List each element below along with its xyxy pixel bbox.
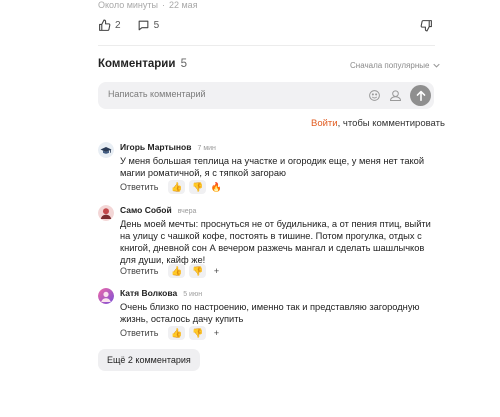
comment-actions: Ответить 👍 👎 + bbox=[120, 326, 222, 340]
smiley-icon[interactable] bbox=[368, 89, 381, 102]
speech-bubble-icon bbox=[137, 19, 150, 32]
comment-item: Игорь Мартынов 7 мин У меня большая тепл… bbox=[98, 142, 438, 194]
thumbs-up-reaction[interactable]: 👍 bbox=[168, 264, 186, 278]
thumbs-down-icon bbox=[420, 19, 433, 32]
post-reactions-bar: 2 5 bbox=[98, 19, 175, 32]
comment-time: вчера bbox=[177, 208, 197, 215]
sort-label: Сначала популярные bbox=[350, 61, 430, 70]
comment-time: 5 июн bbox=[183, 291, 203, 298]
post-like-count: 2 bbox=[115, 20, 121, 31]
comment-text: У меня большая теплица на участке и огор… bbox=[120, 156, 425, 178]
comments-title: Комментарии 5 bbox=[98, 58, 188, 70]
comment-text: День моей мечты: проснуться не от будиль… bbox=[120, 219, 431, 265]
login-prompt: Войти, чтобы комментировать bbox=[311, 118, 445, 129]
comment-item: Само Собой вчера День моей мечты: просну… bbox=[98, 205, 438, 278]
reply-button[interactable]: Ответить bbox=[120, 182, 158, 192]
add-reaction-button[interactable]: + bbox=[210, 264, 222, 278]
sticker-icon[interactable] bbox=[388, 88, 403, 103]
chevron-down-icon bbox=[433, 63, 441, 68]
divider bbox=[98, 45, 435, 46]
post-comments-button[interactable]: 5 bbox=[137, 19, 160, 32]
sort-dropdown[interactable]: Сначала популярные bbox=[350, 61, 441, 70]
avatar[interactable] bbox=[98, 205, 114, 221]
avatar[interactable] bbox=[98, 142, 114, 158]
login-link[interactable]: Войти bbox=[311, 118, 338, 129]
thumbs-down-reaction[interactable]: 👎 bbox=[189, 326, 207, 340]
post-dislike-button[interactable] bbox=[420, 19, 433, 32]
thumbs-down-reaction[interactable]: 👎 bbox=[189, 180, 207, 194]
comment-time: 7 мин bbox=[197, 145, 216, 152]
comment-actions: Ответить 👍 👎 🔥 bbox=[120, 180, 222, 194]
comment-author[interactable]: Катя Волкова bbox=[120, 288, 177, 298]
comment-item: Катя Волкова 5 июн Очень близко по настр… bbox=[98, 288, 438, 340]
reply-button[interactable]: Ответить bbox=[120, 266, 158, 276]
post-like-button[interactable]: 2 bbox=[98, 19, 121, 32]
reply-button[interactable]: Ответить bbox=[120, 328, 158, 338]
fire-reaction[interactable]: 🔥 bbox=[210, 180, 222, 194]
thumbs-up-reaction[interactable]: 👍 bbox=[168, 326, 186, 340]
more-comments-button[interactable]: Ещё 2 комментария bbox=[98, 349, 200, 371]
comment-author[interactable]: Игорь Мартынов bbox=[120, 142, 191, 152]
arrow-up-icon bbox=[416, 90, 426, 101]
avatar[interactable] bbox=[98, 288, 114, 304]
comment-actions: Ответить 👍 👎 + bbox=[120, 264, 222, 278]
add-reaction-button[interactable]: + bbox=[210, 326, 222, 340]
comment-input[interactable] bbox=[106, 88, 340, 100]
send-button[interactable] bbox=[410, 85, 431, 106]
post-comments-count: 5 bbox=[153, 20, 160, 31]
comment-author[interactable]: Само Собой bbox=[120, 205, 172, 215]
thumbs-down-reaction[interactable]: 👎 bbox=[189, 264, 207, 278]
post-read-time: Около минуты bbox=[98, 0, 158, 10]
comment-composer bbox=[98, 82, 434, 109]
comments-count: 5 bbox=[180, 58, 188, 70]
post-meta: Около минуты · 22 мая bbox=[98, 0, 198, 10]
comment-text: Очень близко по настроению, именно так и… bbox=[120, 302, 420, 324]
post-date: 22 мая bbox=[168, 0, 198, 10]
thumbs-up-icon bbox=[98, 19, 111, 32]
thumbs-up-reaction[interactable]: 👍 bbox=[168, 180, 186, 194]
